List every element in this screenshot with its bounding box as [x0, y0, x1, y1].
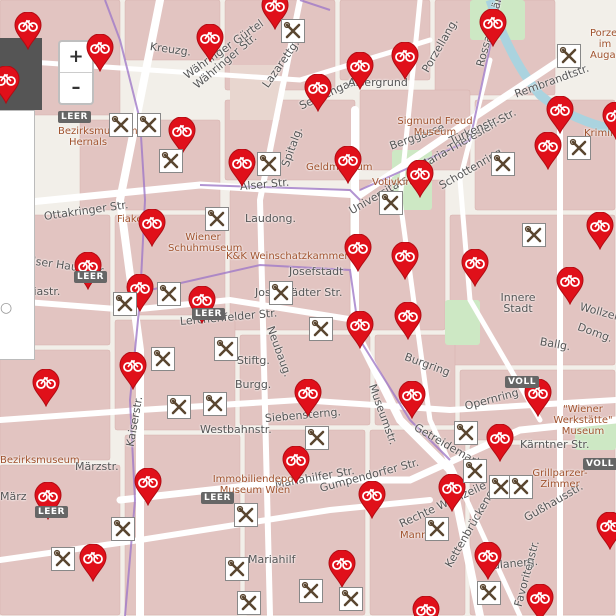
repair-station-icon[interactable] — [269, 281, 293, 305]
bike-station-marker-icon[interactable] — [196, 24, 224, 62]
bike-station-marker-icon[interactable] — [134, 468, 162, 506]
street-label: Märzstr. — [75, 460, 119, 473]
bike-station-marker-icon[interactable] — [526, 584, 554, 616]
repair-station-icon[interactable] — [257, 152, 281, 176]
repair-station-icon[interactable] — [509, 475, 533, 499]
repair-station-icon[interactable] — [234, 503, 258, 527]
bike-station-marker-icon[interactable] — [79, 544, 107, 582]
poi-label: "Wiener Werkstätte" Museum — [553, 404, 613, 437]
availability-badge: LEER — [58, 111, 91, 123]
bike-station-marker-icon[interactable] — [596, 512, 616, 550]
bike-station-marker-icon[interactable] — [119, 352, 147, 390]
repair-station-icon[interactable] — [305, 426, 329, 450]
bike-station-marker-icon[interactable] — [294, 379, 322, 417]
bike-icon: ○ — [0, 300, 13, 316]
repair-station-icon[interactable] — [113, 292, 137, 316]
district-label: Mariahilf — [248, 553, 296, 566]
bike-station-marker-icon[interactable] — [394, 302, 422, 340]
street-label: März — [0, 490, 27, 503]
repair-station-icon[interactable] — [205, 207, 229, 231]
bike-station-marker-icon[interactable] — [534, 132, 562, 170]
bike-station-marker-icon[interactable] — [391, 42, 419, 80]
poi-label: Bezirksmuseum — [0, 455, 80, 466]
map[interactable]: Kreuzg. Währinger Gürtel Währinger Str. … — [0, 0, 616, 616]
bike-station-marker-icon[interactable] — [282, 446, 310, 484]
district-label: Laudong. — [245, 212, 297, 225]
repair-station-icon[interactable] — [379, 191, 403, 215]
bike-station-marker-icon[interactable] — [358, 481, 386, 519]
bike-station-marker-icon[interactable] — [346, 52, 374, 90]
bike-station-marker-icon[interactable] — [412, 596, 440, 616]
repair-station-icon[interactable] — [491, 152, 515, 176]
street-label: Stiftg. — [237, 354, 270, 367]
bike-station-marker-icon[interactable] — [602, 102, 616, 140]
repair-station-icon[interactable] — [109, 113, 133, 137]
repair-station-icon[interactable] — [557, 44, 581, 68]
repair-station-icon[interactable] — [111, 517, 135, 541]
street-label: Westbahnstr. — [200, 423, 272, 436]
district-label: Josefstadt — [289, 265, 344, 278]
repair-station-icon[interactable] — [225, 557, 249, 581]
repair-station-icon[interactable] — [137, 113, 161, 137]
repair-station-icon[interactable] — [309, 317, 333, 341]
street-label: Kärntner Str. — [520, 438, 590, 451]
repair-station-icon[interactable] — [151, 347, 175, 371]
repair-station-icon[interactable] — [159, 149, 183, 173]
repair-station-icon[interactable] — [203, 392, 227, 416]
district-label: Innere Stadt — [500, 291, 536, 315]
bike-station-marker-icon[interactable] — [474, 542, 502, 580]
availability-badge: LEER — [74, 271, 107, 283]
bike-station-marker-icon[interactable] — [398, 381, 426, 419]
bike-station-marker-icon[interactable] — [486, 424, 514, 462]
zoom-out-button[interactable]: – — [60, 72, 92, 103]
repair-station-icon[interactable] — [567, 136, 591, 160]
bike-station-marker-icon[interactable] — [228, 149, 256, 187]
repair-station-icon[interactable] — [477, 581, 501, 605]
bike-station-marker-icon[interactable] — [328, 550, 356, 588]
bike-station-marker-icon[interactable] — [546, 96, 574, 134]
repair-station-icon[interactable] — [281, 19, 305, 43]
bike-station-marker-icon[interactable] — [556, 267, 584, 305]
repair-station-icon[interactable] — [522, 223, 546, 247]
repair-station-icon[interactable] — [167, 395, 191, 419]
poi-label: K&K Weinschatzkammer — [226, 251, 349, 262]
poi-label: Porzellanmuseum im Augarten — [590, 28, 616, 61]
bike-station-marker-icon[interactable] — [391, 242, 419, 280]
bike-station-marker-icon[interactable] — [304, 74, 332, 112]
bike-station-marker-icon[interactable] — [479, 9, 507, 47]
bike-station-marker-icon[interactable] — [438, 474, 466, 512]
availability-badge: LEER — [192, 308, 225, 320]
bike-station-marker-icon[interactable] — [346, 311, 374, 349]
availability-badge: LEER — [201, 492, 234, 504]
repair-station-icon[interactable] — [339, 587, 363, 611]
repair-station-icon[interactable] — [51, 547, 75, 571]
bike-station-marker-icon[interactable] — [344, 234, 372, 272]
repair-station-icon[interactable] — [299, 579, 323, 603]
repair-station-icon[interactable] — [237, 591, 261, 615]
bike-station-marker-icon[interactable] — [461, 249, 489, 287]
bike-station-marker-icon[interactable] — [138, 209, 166, 247]
bike-station-marker-icon[interactable] — [0, 66, 20, 104]
bike-station-marker-icon[interactable] — [334, 146, 362, 184]
bike-station-marker-icon[interactable] — [86, 34, 114, 72]
bike-station-marker-icon[interactable] — [14, 12, 42, 50]
bike-station-marker-icon[interactable] — [32, 369, 60, 407]
poi-label: Sigmund Freud Museum — [397, 116, 473, 138]
availability-badge: VOLL — [583, 458, 616, 470]
bike-station-marker-icon[interactable] — [586, 212, 614, 250]
street-label: Burgg. — [235, 378, 272, 391]
side-panel[interactable] — [0, 110, 35, 360]
availability-badge: LEER — [35, 506, 68, 518]
repair-station-icon[interactable] — [454, 421, 478, 445]
availability-badge: VOLL — [505, 376, 539, 388]
repair-station-icon[interactable] — [425, 517, 449, 541]
poi-label: Grillparzer-Zimmer — [532, 468, 588, 490]
repair-station-icon[interactable] — [157, 282, 181, 306]
repair-station-icon[interactable] — [214, 337, 238, 361]
bike-station-marker-icon[interactable] — [406, 160, 434, 198]
repair-station-icon[interactable] — [463, 459, 487, 483]
